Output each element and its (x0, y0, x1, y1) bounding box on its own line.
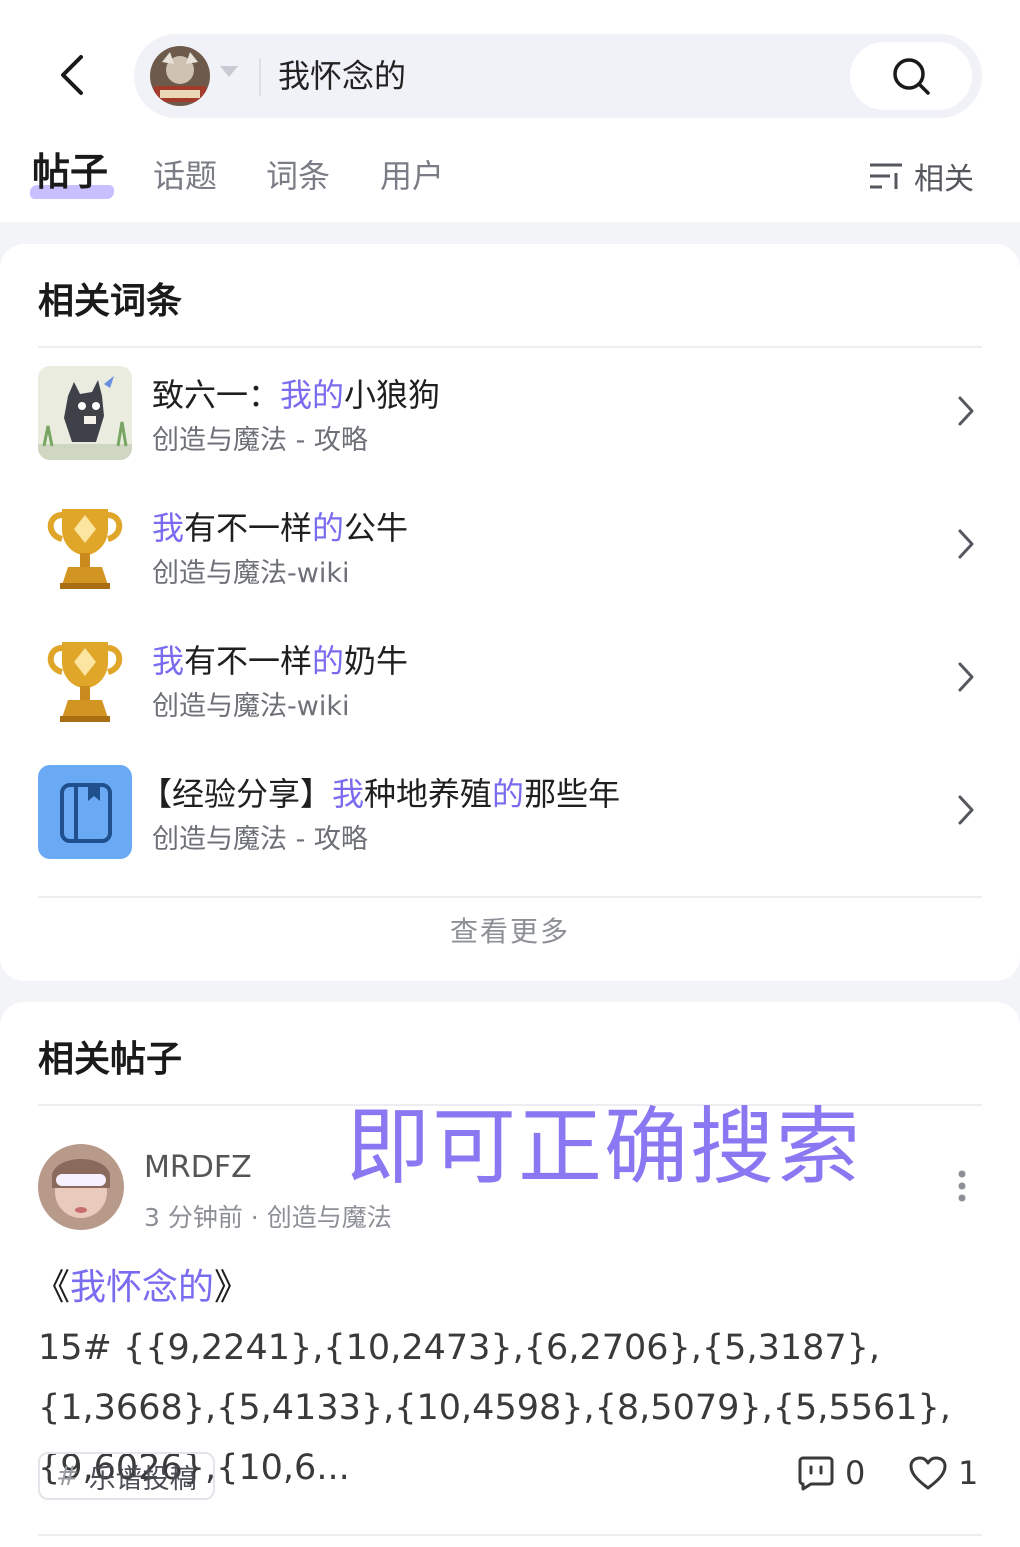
chevron-right-icon (958, 795, 974, 825)
game-avatar[interactable] (150, 46, 210, 106)
heart-icon (909, 1456, 947, 1490)
related-entries-card: 相关词条 致六一：我的小狼狗 创造与魔法 - 攻略 我有不一样的公牛 创造与魔法… (0, 244, 1020, 981)
entry-item[interactable]: 【经验分享】我种地养殖的那些年 创造与魔法 - 攻略 (0, 757, 1020, 867)
trophy-icon (38, 499, 132, 593)
overlay-caption: 即可正确搜索 (346, 1098, 863, 1196)
chevron-right-icon (958, 396, 974, 426)
search-divider (259, 58, 261, 96)
chevron-right-icon (958, 662, 974, 692)
like-count: 1 (958, 1454, 979, 1492)
post-title[interactable]: 《我怀念的》 (34, 1258, 250, 1310)
chevron-right-icon (958, 529, 974, 559)
tab-entries[interactable]: 词条 (266, 152, 330, 200)
sort-filter-icon (870, 163, 902, 189)
search-input[interactable]: 我怀念的 (278, 54, 406, 98)
divider (38, 1534, 982, 1536)
divider (38, 896, 982, 898)
like-button[interactable]: 1 (908, 1454, 978, 1492)
search-button[interactable] (850, 42, 972, 110)
entry-title: 致六一：我的小狼狗 (152, 376, 441, 414)
wolf-thumbnail (38, 366, 132, 460)
related-posts-heading: 相关帖子 (38, 1039, 183, 1080)
entry-subtitle: 创造与魔法 - 攻略 (152, 824, 368, 855)
entry-title: 我有不一样的奶牛 (152, 642, 409, 680)
search-bar[interactable]: 我怀念的 (134, 34, 982, 118)
entry-subtitle: 创造与魔法 - 攻略 (152, 425, 368, 456)
entry-item[interactable]: 致六一：我的小狼狗 创造与魔法 - 攻略 (0, 358, 1020, 468)
game-switch-dropdown-icon[interactable] (220, 66, 238, 77)
divider (38, 346, 982, 348)
top-bar: 我怀念的 帖子 话题 词条 用户 相关 (0, 0, 1020, 222)
back-button[interactable] (50, 50, 94, 100)
tab-users[interactable]: 用户 (380, 152, 444, 200)
comment-count: 0 (845, 1454, 866, 1492)
comment-button[interactable]: 0 (797, 1454, 865, 1492)
hashtag-icon: # (56, 1460, 79, 1492)
entry-title: 【经验分享】我种地养殖的那些年 (140, 775, 621, 813)
tab-topics[interactable]: 话题 (153, 152, 217, 200)
entry-item[interactable]: 我有不一样的公牛 创造与魔法-wiki (0, 491, 1020, 601)
topic-tag[interactable]: # 乐谱投稿 (38, 1452, 215, 1500)
comment-icon (798, 1456, 834, 1491)
entry-subtitle: 创造与魔法-wiki (152, 691, 350, 722)
post-meta: 3 分钟前 · 创造与魔法 (144, 1203, 392, 1232)
book-icon (38, 765, 132, 859)
entry-item[interactable]: 我有不一样的奶牛 创造与魔法-wiki (0, 624, 1020, 734)
related-entries-heading: 相关词条 (38, 281, 183, 322)
tab-posts[interactable]: 帖子 (32, 148, 108, 196)
trophy-icon (38, 632, 132, 726)
entry-subtitle: 创造与魔法-wiki (152, 558, 350, 589)
chevron-left-icon (61, 55, 83, 95)
search-icon (893, 58, 930, 95)
author-name[interactable]: MRDFZ (144, 1150, 252, 1185)
topic-tag-label: 乐谱投稿 (88, 1463, 197, 1495)
entry-title: 我有不一样的公牛 (152, 509, 409, 547)
view-more-button[interactable]: 查看更多 (0, 910, 1020, 950)
sort-filter-label: 相关 (914, 162, 974, 197)
author-avatar[interactable] (38, 1144, 124, 1230)
sort-filter-button[interactable]: 相关 (868, 154, 974, 198)
more-options-icon[interactable] (956, 1168, 968, 1204)
